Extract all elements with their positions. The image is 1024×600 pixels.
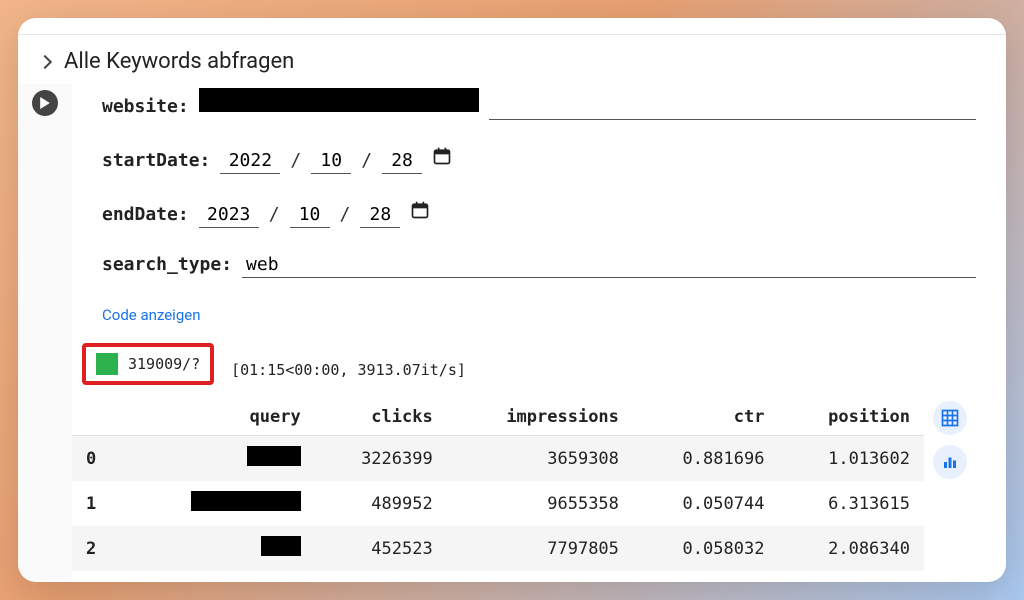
start-day-input[interactable]	[382, 150, 422, 174]
progress-count: 319009/?	[128, 355, 200, 373]
searchtype-row: search_type:	[102, 254, 976, 278]
query-redacted	[191, 491, 301, 511]
col-index	[72, 399, 132, 436]
cell-position: 2.086340	[778, 526, 924, 571]
slash: /	[361, 150, 372, 171]
row-index: 0	[72, 436, 132, 482]
cell-ctr: 0.050744	[633, 481, 779, 526]
calendar-icon[interactable]	[432, 146, 452, 166]
query-redacted	[247, 446, 301, 466]
end-month-input[interactable]	[290, 204, 330, 228]
chart-view-button[interactable]	[933, 445, 967, 479]
startdate-label: startDate:	[102, 150, 210, 171]
cell-clicks: 489952	[315, 481, 447, 526]
bar-chart-icon	[941, 453, 959, 471]
col-position: position	[778, 399, 924, 436]
cell-impressions: 7797805	[447, 526, 633, 571]
slash: /	[269, 204, 280, 225]
enddate-label: endDate:	[102, 204, 189, 225]
cell-clicks: 3226399	[315, 436, 447, 482]
cell-header: Alle Keywords abfragen	[18, 35, 1006, 84]
output-side-icons	[924, 399, 976, 479]
table-header-row: query clicks impressions ctr position	[72, 399, 924, 436]
dataframe-table: query clicks impressions ctr position 0 3…	[72, 399, 924, 571]
progress-wrap: 319009/? [01:15<00:00, 3913.07it/s]	[72, 343, 976, 385]
cell-position: 1.013602	[778, 436, 924, 482]
cell-query	[132, 481, 315, 526]
form-area: website: startDate: / / endDate:	[72, 84, 1006, 580]
grid-icon	[940, 408, 960, 428]
play-icon	[39, 97, 51, 109]
startdate-row: startDate: / /	[102, 146, 976, 174]
end-year-input[interactable]	[199, 204, 259, 228]
card-inner: Alle Keywords abfragen m website: startD…	[18, 34, 1006, 580]
row-index: 1	[72, 481, 132, 526]
cell-query	[132, 526, 315, 571]
website-input[interactable]	[489, 96, 976, 120]
website-row: website:	[102, 88, 976, 120]
progress-tail: [01:15<00:00, 3913.07it/s]	[231, 361, 466, 379]
table-wrap: query clicks impressions ctr position 0 3…	[18, 399, 976, 571]
cell-impressions: 9655358	[447, 481, 633, 526]
enddate-row: endDate: / /	[102, 200, 976, 228]
col-clicks: clicks	[315, 399, 447, 436]
cell-impressions: 3659308	[447, 436, 633, 482]
start-year-input[interactable]	[220, 150, 280, 174]
row-index: 2	[72, 526, 132, 571]
table-view-button[interactable]	[933, 401, 967, 435]
run-cell-button[interactable]	[32, 90, 58, 116]
slash: /	[340, 204, 351, 225]
slash: /	[290, 150, 301, 171]
output-row: 319009/? [01:15<00:00, 3913.07it/s]	[18, 343, 976, 385]
cell-query	[132, 436, 315, 482]
cell-body: m website: startDate: / /	[18, 84, 1006, 580]
searchtype-input[interactable]	[242, 254, 976, 278]
cell-clicks: 452523	[315, 526, 447, 571]
col-query: query	[132, 399, 315, 436]
show-code-link[interactable]: Code anzeigen	[102, 306, 200, 324]
cell-ctr: 0.881696	[633, 436, 779, 482]
table-row: 1 48995296553580.0507446.313615	[72, 481, 924, 526]
searchtype-label: search_type:	[102, 254, 232, 275]
gutter: m	[18, 84, 72, 580]
cell-position: 6.313615	[778, 481, 924, 526]
table-row: 2 45252377978050.0580322.086340	[72, 526, 924, 571]
end-day-input[interactable]	[360, 204, 400, 228]
query-redacted	[261, 536, 301, 556]
cell-title: Alle Keywords abfragen	[64, 49, 294, 74]
website-redacted	[199, 88, 479, 112]
col-impressions: impressions	[447, 399, 633, 436]
expand-chevron-icon[interactable]	[38, 54, 52, 68]
progress-highlight: 319009/?	[82, 343, 214, 385]
calendar-icon[interactable]	[410, 200, 430, 220]
col-ctr: ctr	[633, 399, 779, 436]
start-month-input[interactable]	[311, 150, 351, 174]
notebook-card: Alle Keywords abfragen m website: startD…	[18, 18, 1006, 582]
cell-ctr: 0.058032	[633, 526, 779, 571]
table-row: 0 322639936593080.8816961.013602	[72, 436, 924, 482]
progress-bar-icon	[96, 353, 118, 375]
website-label: website:	[102, 96, 189, 117]
